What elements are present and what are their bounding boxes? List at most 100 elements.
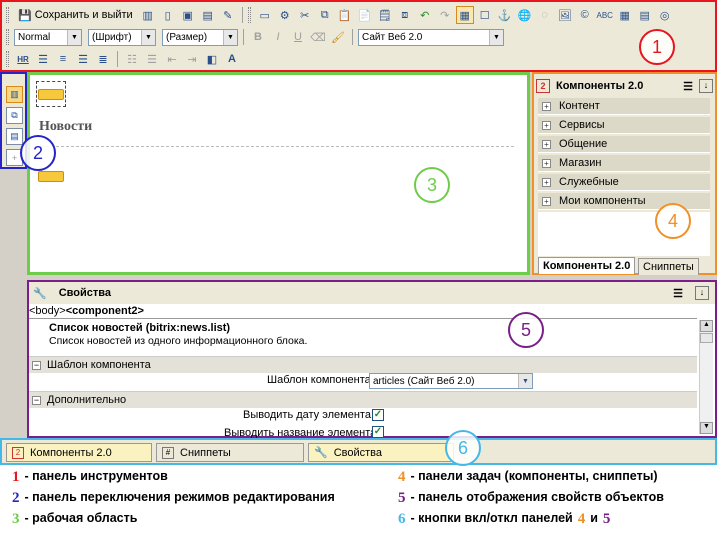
save-exit-button[interactable]: 💾 Сохранить и выйти	[14, 6, 137, 24]
component-group[interactable]: + Сервисы	[538, 117, 710, 134]
toolbar-grip-2[interactable]	[247, 7, 251, 23]
new-page-icon[interactable]: ▯	[159, 6, 177, 24]
toggle-properties-button[interactable]: 🔧 Свойства	[308, 443, 454, 462]
group-label: Служебные	[559, 176, 619, 188]
section-template[interactable]: − Шаблон компонента	[29, 356, 697, 373]
breadcrumb-body[interactable]: <body>	[29, 305, 66, 317]
breadcrumb-component[interactable]: <component2>	[66, 305, 144, 317]
insert-block-icon[interactable]: ☐	[476, 6, 494, 24]
paste-word-icon[interactable]: 🗒	[376, 6, 394, 24]
paste-text-icon[interactable]: 📄	[356, 6, 374, 24]
toolbar-row-2: Normal ▼ (Шрифт) ▼ (Размер) ▼ B I U ⌫ 🖌 …	[6, 26, 504, 48]
panel-dock-icon[interactable]: ↓	[699, 79, 713, 93]
settings-gear-icon[interactable]: ⚙	[276, 6, 294, 24]
separator	[243, 29, 244, 45]
toolbar-grip[interactable]	[6, 7, 9, 23]
size-select[interactable]: (Размер) ▼	[162, 28, 238, 46]
discard-icon[interactable]: ▥	[139, 6, 157, 24]
save-as-icon[interactable]: ▤	[199, 6, 217, 24]
hr-button[interactable]: HR	[14, 50, 32, 68]
panel-dock-icon[interactable]: ↓	[695, 286, 709, 300]
copy-icon[interactable]: ⧉	[316, 6, 334, 24]
component-icon[interactable]: ▦	[455, 6, 474, 24]
toolbar-row-1: 💾 Сохранить и выйти ▥ ▯ ▣ ▤ ✎ ▭ ⚙ ✂ ⧉ 📋 …	[6, 4, 674, 26]
compass-icon[interactable]: ◎	[656, 6, 674, 24]
legend-number: 6	[398, 511, 406, 527]
table-icon[interactable]: ▦	[616, 6, 634, 24]
toolbar-grip-4[interactable]	[6, 51, 9, 67]
scroll-down-icon[interactable]: ▼	[700, 422, 713, 434]
align-right-icon[interactable]: ☰	[74, 50, 92, 68]
align-justify-icon[interactable]: ≣	[94, 50, 112, 68]
outdent-icon[interactable]: ⇤	[163, 50, 181, 68]
section-template-label: Шаблон компонента	[47, 359, 151, 371]
divider	[36, 146, 514, 147]
align-left-icon[interactable]: ☰	[34, 50, 52, 68]
bold-button[interactable]: B	[249, 28, 267, 46]
bg-color-icon[interactable]: ◧	[203, 50, 221, 68]
fullscreen-icon[interactable]: ▭	[256, 6, 274, 24]
spellcheck-icon[interactable]: ABC	[596, 6, 614, 24]
option-name-checkbox[interactable]: ✓	[372, 426, 384, 438]
separator	[241, 7, 243, 23]
toolbar-grip-3[interactable]	[6, 29, 9, 45]
brush-icon[interactable]: 🖌	[329, 28, 347, 46]
code-mode-icon[interactable]: ⧉	[6, 107, 23, 124]
align-center-icon[interactable]: ≡	[54, 50, 72, 68]
option-date-checkbox[interactable]: ✓	[372, 409, 384, 421]
group-label: Общение	[559, 138, 608, 150]
component-description: Список новостей из одного информационног…	[49, 335, 308, 347]
split-mode-icon[interactable]: ▤	[6, 128, 23, 145]
undo-icon[interactable]: ↶	[416, 6, 434, 24]
underline-button[interactable]: U	[289, 28, 307, 46]
page-properties-icon[interactable]: ✎	[219, 6, 237, 24]
text-color-icon[interactable]: A	[223, 50, 241, 68]
panel-menu-icon[interactable]: ☰	[683, 80, 693, 93]
legend-text: - кнопки вкл/откл панелей	[410, 511, 573, 525]
work-area[interactable]: Новости	[27, 72, 530, 275]
link-icon[interactable]: 🌐	[516, 6, 534, 24]
save-icon-2[interactable]: ▣	[179, 6, 197, 24]
section-extra[interactable]: − Дополнительно	[29, 391, 697, 408]
scroll-thumb[interactable]	[700, 333, 713, 343]
style-select[interactable]: Normal ▼	[14, 28, 82, 46]
ordered-list-icon[interactable]: ☷	[123, 50, 141, 68]
scroll-up-icon[interactable]: ▲	[700, 320, 713, 332]
template-select[interactable]: Сайт Веб 2.0 ▼	[358, 28, 504, 46]
anchor-icon[interactable]: ⚓	[496, 6, 514, 24]
legend-number: 5	[398, 490, 406, 506]
component-group[interactable]: + Общение	[538, 136, 710, 153]
style-select-value: Normal	[18, 31, 51, 43]
panel-menu-icon[interactable]: ☰	[673, 287, 683, 300]
group-label: Мои компоненты	[559, 195, 646, 207]
toggle-components-button[interactable]: 2 Компоненты 2.0	[6, 443, 152, 462]
disk-icon[interactable]: ▤	[636, 6, 654, 24]
redo-icon[interactable]: ↷	[436, 6, 454, 24]
indent-icon[interactable]: ⇥	[183, 50, 201, 68]
marker-6: 6	[445, 430, 481, 466]
template-component-select[interactable]: articles (Сайт Веб 2.0) ▼	[369, 373, 533, 389]
option-date-label: Выводить дату элемента:	[243, 409, 374, 421]
unlink-icon[interactable]: ◌	[536, 6, 554, 24]
cut-icon[interactable]: ✂	[296, 6, 314, 24]
font-select[interactable]: (Шрифт) ▼	[88, 28, 156, 46]
tab-snippets[interactable]: Сниппеты	[638, 258, 699, 275]
component-group[interactable]: + Служебные	[538, 174, 710, 191]
italic-button[interactable]: I	[269, 28, 287, 46]
wysiwyg-mode-icon[interactable]: ▥	[6, 86, 23, 103]
marker-2: 2	[20, 135, 56, 171]
paste-icon[interactable]: 📋	[336, 6, 354, 24]
image-icon[interactable]: 🖼	[556, 6, 574, 24]
cleanup-icon[interactable]: ⧈	[396, 6, 414, 24]
toggle-snippets-button[interactable]: # Сниппеты	[156, 443, 304, 462]
component-placeholder-icon-2[interactable]	[38, 171, 64, 182]
eraser-icon[interactable]: ⌫	[309, 28, 327, 46]
unordered-list-icon[interactable]: ☰	[143, 50, 161, 68]
properties-scrollbar[interactable]: ▲ ▼	[699, 320, 713, 434]
group-label: Контент	[559, 100, 600, 112]
selected-component[interactable]	[36, 81, 68, 109]
copyright-icon[interactable]: ©	[576, 6, 594, 24]
component-group[interactable]: + Контент	[538, 98, 710, 115]
tab-components[interactable]: Компоненты 2.0	[538, 257, 636, 274]
component-group[interactable]: + Магазин	[538, 155, 710, 172]
